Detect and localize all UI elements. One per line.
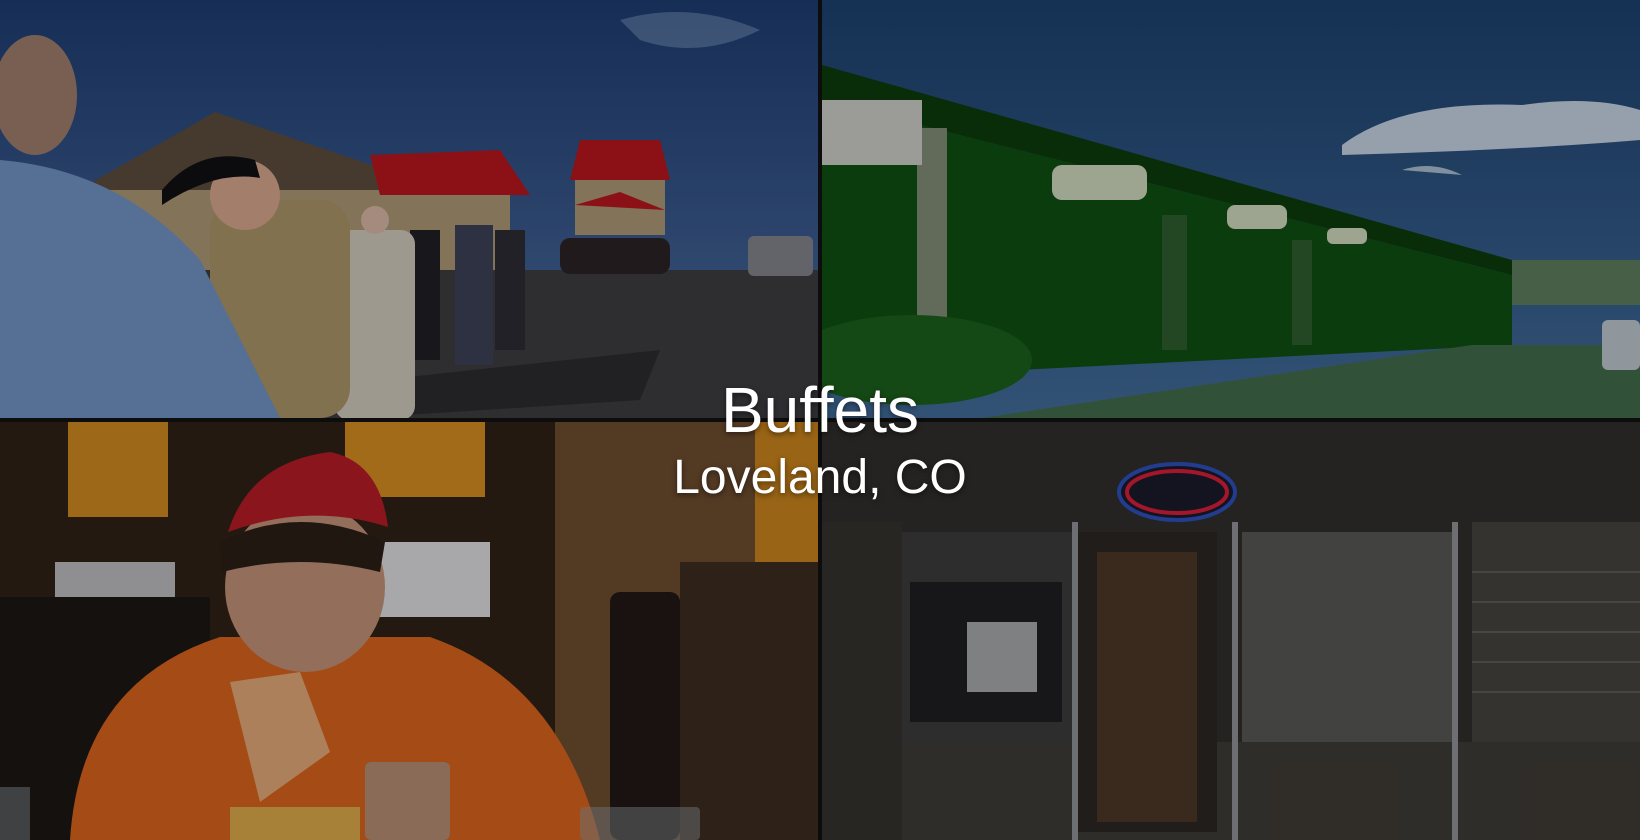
photo-diner-booth [0, 422, 818, 840]
photo-restaurant-line [0, 0, 818, 418]
photo-collage: Buffets Loveland, CO [0, 0, 1640, 840]
photo-buffet-storefront [822, 422, 1640, 840]
photo-strip-mall [822, 0, 1640, 418]
